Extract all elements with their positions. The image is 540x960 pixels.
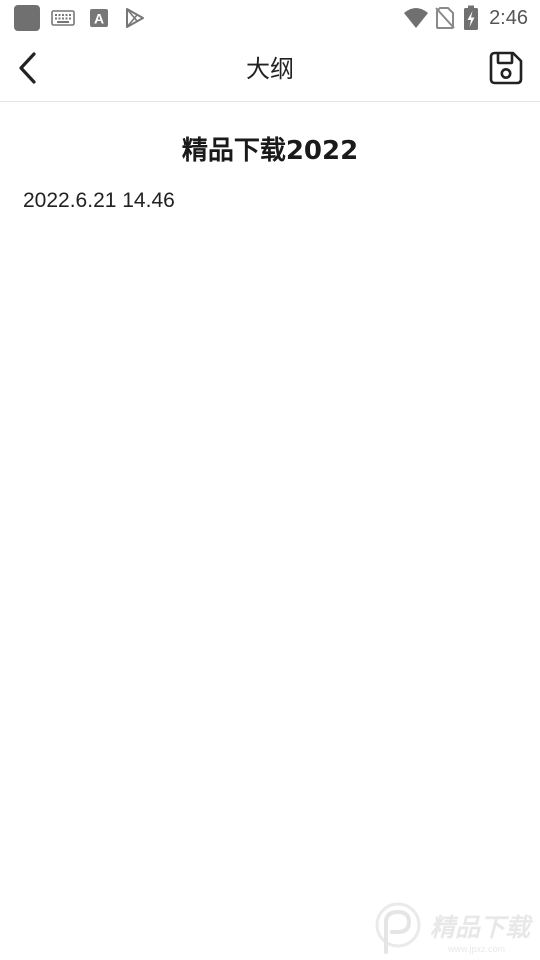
- outline-timestamp[interactable]: 2022.6.21 14.46: [23, 189, 175, 213]
- outline-title[interactable]: 精品下载2022: [0, 130, 540, 167]
- watermark-logo: 精品下载 www.jpxz.com: [375, 902, 534, 954]
- status-bar-left: [14, 5, 40, 31]
- keyboard-icon: [51, 10, 75, 26]
- page-title: 大纲: [246, 55, 294, 83]
- no-sim-icon: [435, 7, 455, 29]
- play-store-icon: [126, 8, 144, 28]
- watermark-subtext: www.jpxz.com: [447, 944, 505, 954]
- screen: A 2:46 大纲 精品下载2022 2022.6.21 14.46 精品下载 …: [0, 0, 540, 960]
- battery-charging-icon: [464, 5, 479, 30]
- save-button[interactable]: [486, 48, 526, 88]
- status-bar: A 2:46: [0, 0, 540, 36]
- watermark-text: 精品下载: [430, 913, 534, 942]
- wifi-icon: [404, 8, 429, 28]
- status-bar-right: 2:46: [403, 0, 528, 36]
- font-a-icon-letter: A: [94, 11, 104, 27]
- status-time: 2:46: [489, 6, 528, 29]
- app-square-icon: [14, 5, 40, 31]
- font-a-icon: A: [90, 9, 108, 27]
- app-bar: 大纲: [0, 36, 540, 102]
- floppy-disk-icon: [489, 51, 523, 85]
